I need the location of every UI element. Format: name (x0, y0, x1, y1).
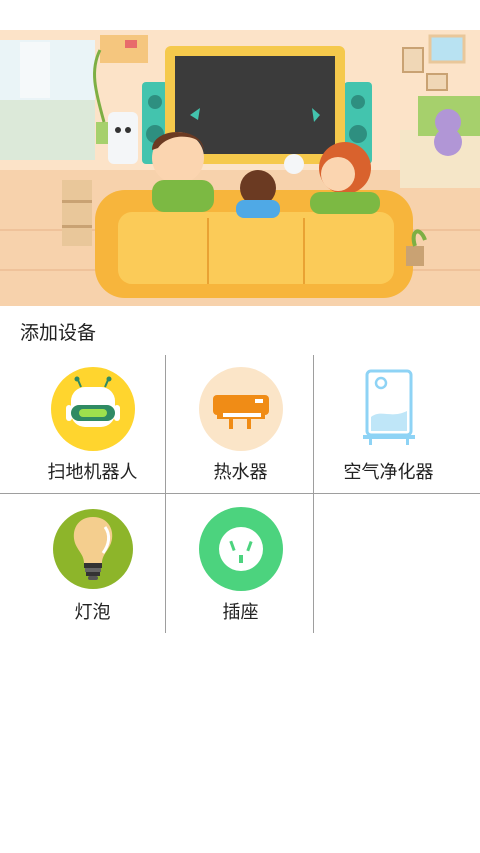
banner-illustration (0, 30, 480, 306)
device-label: 灯泡 (74, 602, 111, 623)
device-label: 热水器 (213, 462, 268, 483)
section-title: 添加设备 (20, 322, 97, 344)
device-air-purifier[interactable]: 空气净化器 (306, 355, 471, 494)
device-label: 扫地机器人 (47, 462, 138, 483)
light-bulb-icon (51, 507, 135, 591)
device-grid: 扫地机器人 热水器 空气净化器 灯泡 插座 (0, 355, 480, 633)
water-heater-icon (198, 367, 283, 451)
device-light-bulb[interactable]: 灯泡 (10, 495, 175, 634)
device-label: 插座 (222, 602, 259, 623)
device-socket[interactable]: 插座 (158, 495, 323, 634)
grid-divider (313, 355, 314, 633)
robot-vacuum-icon (50, 367, 135, 451)
device-label: 空气净化器 (343, 462, 434, 483)
grid-divider (165, 355, 166, 633)
grid-divider (0, 493, 480, 494)
air-purifier-icon (347, 367, 431, 451)
device-robot-vacuum[interactable]: 扫地机器人 (10, 355, 175, 494)
socket-icon (198, 507, 283, 591)
device-water-heater[interactable]: 热水器 (158, 355, 323, 494)
status-bar (0, 0, 480, 30)
